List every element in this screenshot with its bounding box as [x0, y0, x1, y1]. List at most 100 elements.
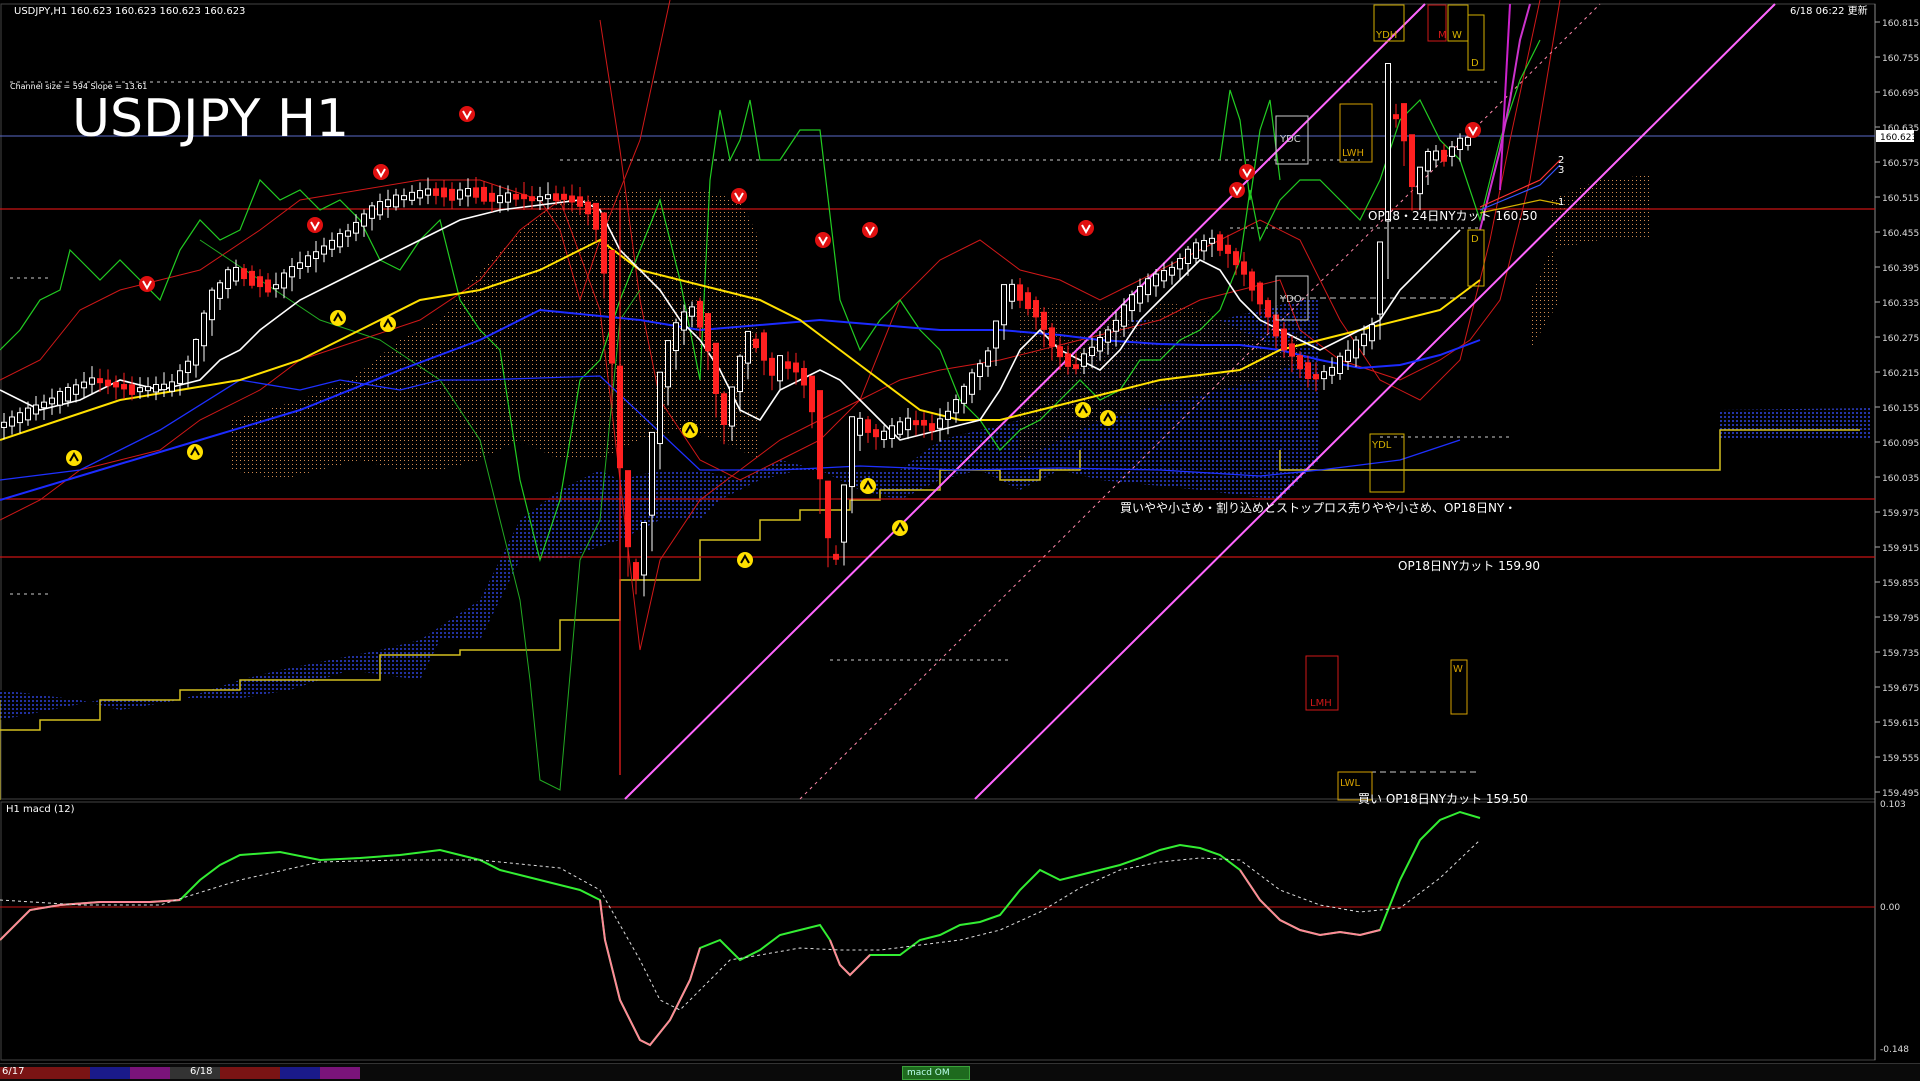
- candle-body: [369, 205, 375, 219]
- candle-body: [81, 381, 87, 389]
- price-tick-label: 160.095: [1882, 439, 1919, 449]
- candle-body: [1449, 146, 1455, 157]
- candle-body: [1401, 103, 1407, 142]
- candle-body: [225, 269, 231, 290]
- candle-body: [25, 407, 31, 421]
- svg-text:LWL: LWL: [1340, 778, 1361, 789]
- candle-body: [1121, 304, 1127, 327]
- price-tick-label: 160.815: [1882, 19, 1919, 29]
- price-tick-label: 160.335: [1882, 299, 1919, 309]
- candle-body: [809, 375, 815, 413]
- candle-body: [113, 382, 119, 388]
- candle-body: [1145, 278, 1151, 296]
- svg-text:YDO: YDO: [1279, 294, 1302, 305]
- price-tick-label: 159.615: [1882, 719, 1919, 729]
- price-tick-label: 160.575: [1882, 159, 1919, 169]
- candle-body: [73, 384, 79, 395]
- candle-body: [537, 196, 543, 202]
- svg-text:D: D: [1471, 234, 1479, 245]
- candle-body: [1065, 353, 1071, 367]
- candle-body: [449, 188, 455, 201]
- svg-text:W: W: [1453, 664, 1463, 675]
- candle-body: [1305, 362, 1311, 379]
- candle-body: [729, 386, 735, 427]
- candle-body: [1465, 136, 1471, 146]
- candle-body: [649, 431, 655, 516]
- candle-body: [145, 386, 151, 392]
- candle-body: [209, 289, 215, 321]
- candle-body: [377, 201, 383, 216]
- chart-window[interactable]: YDH M W D YDC LWH YDO D YDL LMH W LWL 2 …: [0, 0, 1920, 1073]
- candle-body: [1057, 346, 1063, 358]
- mt4-terminal: YDH M W D YDC LWH YDO D YDL LMH W LWL 2 …: [0, 0, 1920, 1081]
- candle-body: [129, 384, 135, 395]
- clock: 6/18 06:22 更新: [1790, 4, 1868, 17]
- candle-body: [825, 480, 831, 539]
- candle-body: [1129, 294, 1135, 312]
- candle-body: [697, 300, 703, 328]
- candle-body: [353, 221, 359, 234]
- candle-body: [1, 421, 7, 428]
- candle-body: [401, 195, 407, 201]
- candle-body: [1417, 166, 1423, 195]
- candle-body: [513, 193, 519, 200]
- candle-body: [761, 332, 767, 361]
- candle-body: [1281, 328, 1287, 351]
- macd-label: H1 macd (12): [6, 804, 75, 815]
- price-tick-label: 159.735: [1882, 649, 1919, 659]
- candle-body: [993, 320, 999, 349]
- candle-body: [1265, 300, 1271, 318]
- svg-text:M: M: [1438, 30, 1447, 41]
- candle-body: [321, 245, 327, 255]
- candle-body: [169, 381, 175, 392]
- candle-body: [1001, 284, 1007, 326]
- candle-body: [849, 416, 855, 488]
- price-tick-label: 159.915: [1882, 544, 1919, 554]
- candle-body: [721, 393, 727, 426]
- candle-body: [985, 350, 991, 367]
- candle-body: [1169, 266, 1175, 276]
- candle-body: [881, 430, 887, 441]
- op-bottom-label: 買い OP18日NYカット 159.50: [1358, 792, 1528, 806]
- candle-body: [233, 266, 239, 282]
- candle-body: [1153, 273, 1159, 287]
- period-separator: [280, 1067, 320, 1079]
- candle-body: [633, 562, 639, 580]
- price-chart[interactable]: YDH M W D YDC LWH YDO D YDL LMH W LWL 2 …: [0, 0, 1920, 1073]
- candle-body: [1297, 355, 1303, 370]
- candle-body: [977, 363, 983, 378]
- candle-body: [1009, 283, 1015, 302]
- candle-body: [737, 355, 743, 393]
- candle-body: [873, 429, 879, 438]
- candle-body: [569, 195, 575, 203]
- candle-body: [673, 322, 679, 352]
- candle-body: [337, 233, 343, 248]
- candle-body: [193, 338, 199, 366]
- candle-body: [1249, 271, 1255, 291]
- candle-body: [801, 368, 807, 386]
- candle-body: [665, 340, 671, 388]
- macd-tick-label: 0.103: [1880, 800, 1906, 810]
- candle-body: [777, 355, 783, 382]
- period-separator: [90, 1067, 130, 1079]
- period-separator: [130, 1067, 170, 1079]
- price-tick-label: 160.275: [1882, 334, 1919, 344]
- candle-body: [465, 188, 471, 197]
- indicator-tab[interactable]: macd OM: [902, 1066, 970, 1080]
- candle-body: [585, 201, 591, 215]
- candle-body: [545, 194, 551, 200]
- candle-body: [1025, 292, 1031, 310]
- candle-body: [297, 262, 303, 269]
- candle-body: [561, 193, 567, 200]
- candle-body: [49, 397, 55, 405]
- candle-body: [1097, 337, 1103, 352]
- symbol-info: USDJPY,H1 160.623 160.623 160.623 160.62…: [14, 6, 245, 17]
- candle-body: [1201, 240, 1207, 252]
- period-separator: [220, 1067, 280, 1079]
- candle-body: [153, 384, 159, 393]
- candle-body: [1361, 333, 1367, 347]
- candle-body: [1433, 150, 1439, 161]
- candle-body: [1041, 311, 1047, 330]
- candle-body: [657, 371, 663, 445]
- svg-text:W: W: [1452, 30, 1462, 41]
